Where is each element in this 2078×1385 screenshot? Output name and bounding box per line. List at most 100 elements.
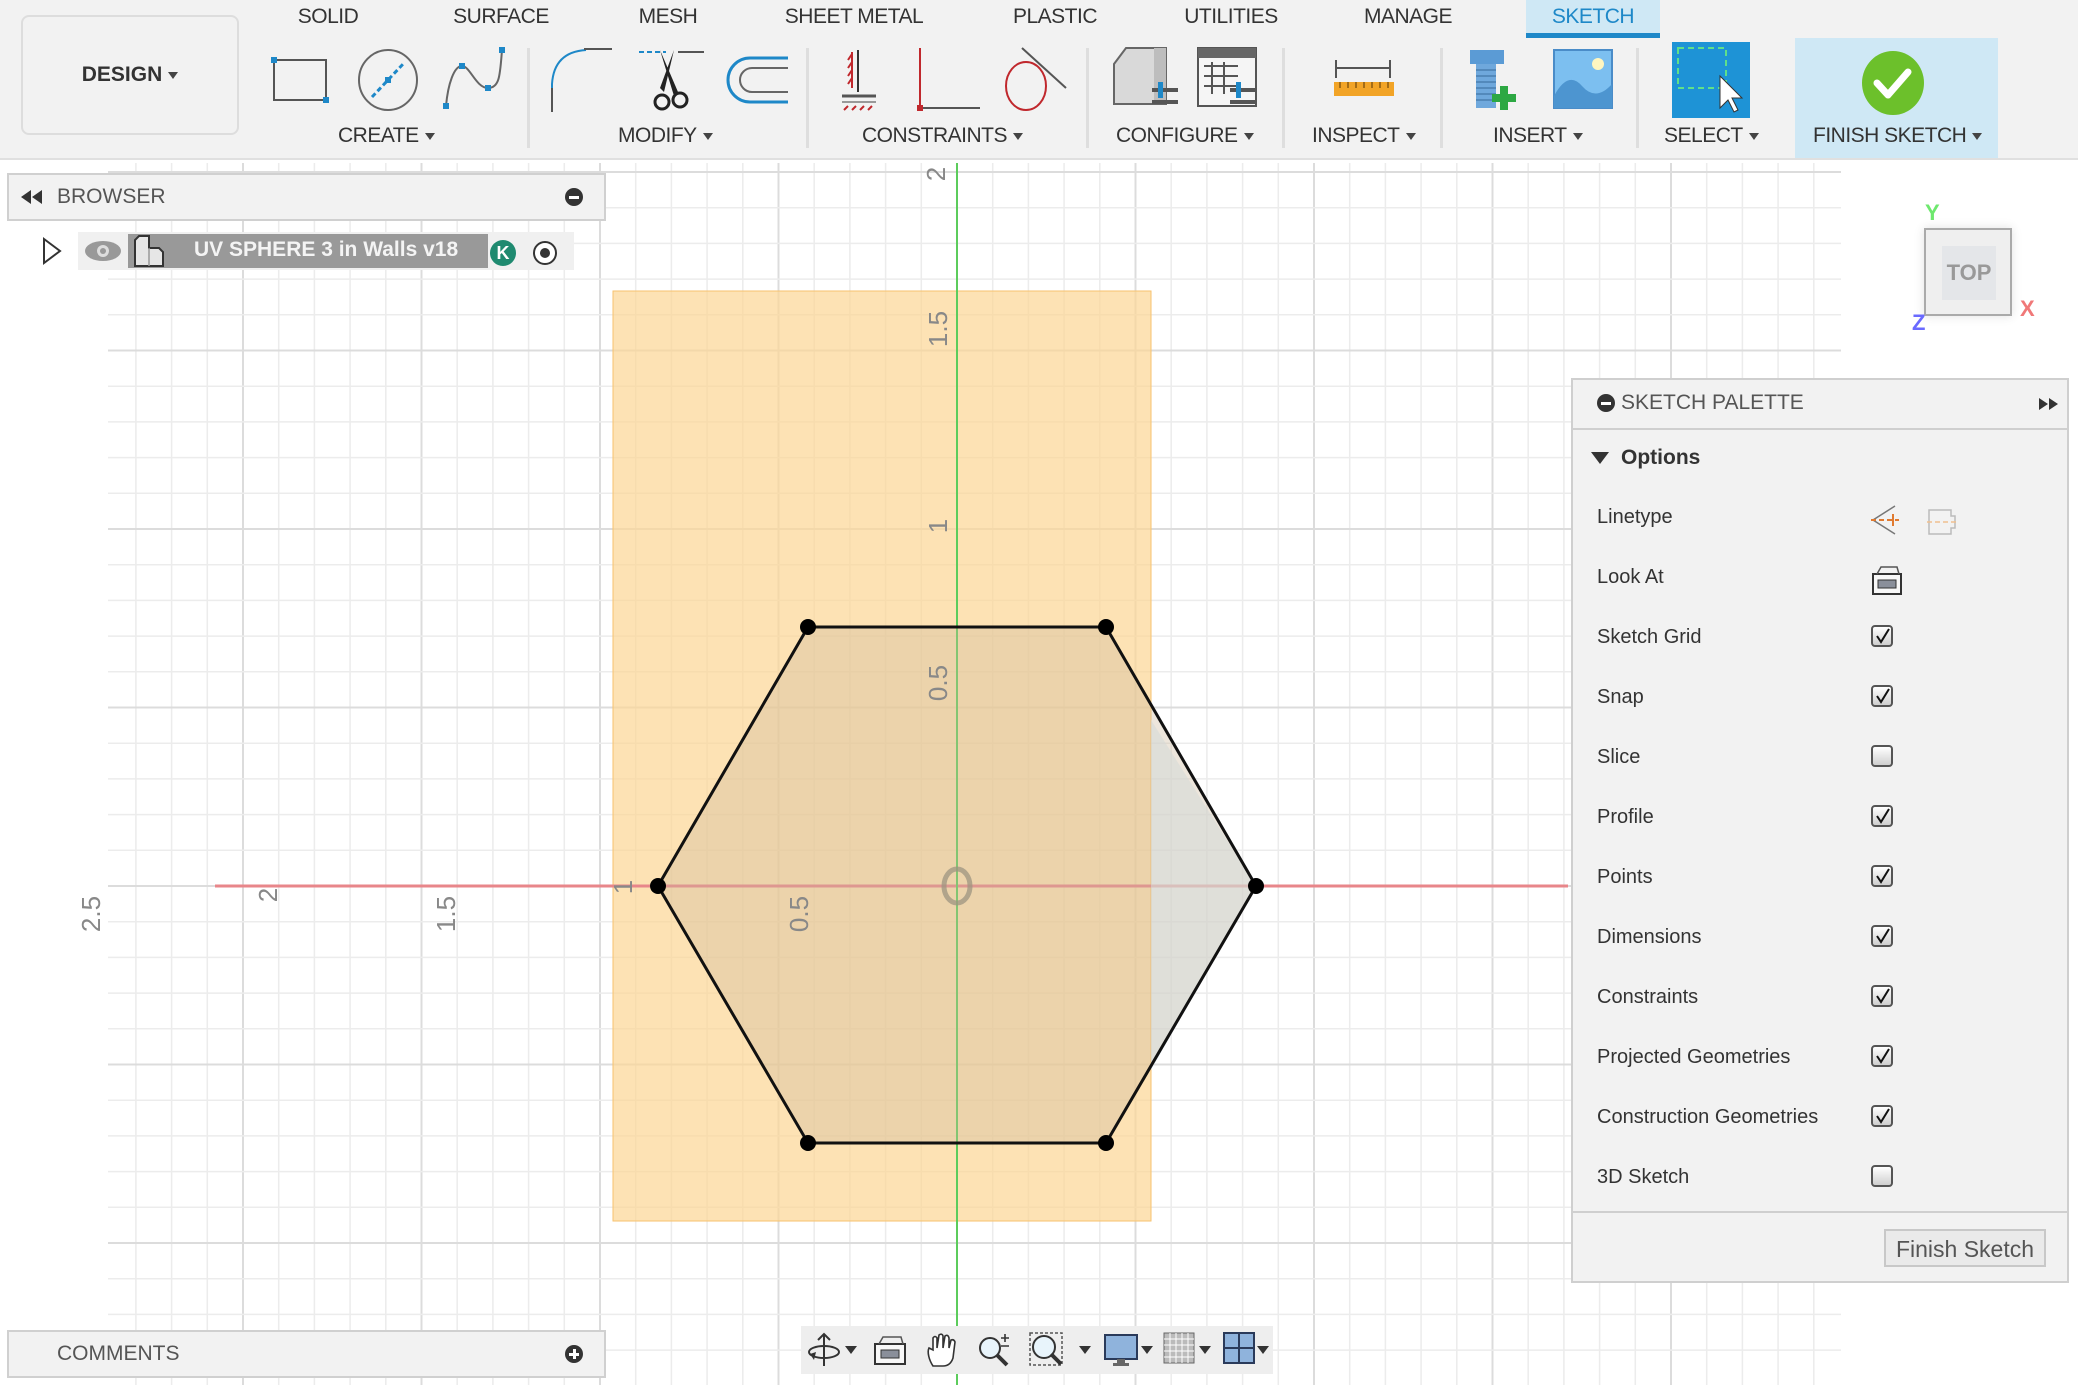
window-select-icon [1672, 42, 1750, 118]
view-cube-x-label: X [2020, 296, 2035, 321]
group-divider [527, 48, 530, 148]
view-cube-top-face[interactable]: TOP [1942, 246, 1996, 300]
comments-panel: COMMENTS [7, 1330, 606, 1378]
chevron-down-icon [1972, 132, 1983, 140]
constraints-checkbox[interactable] [1871, 985, 1893, 1007]
chevron-down-icon [1572, 132, 1583, 140]
inspect-label: INSPECT [1312, 124, 1400, 147]
modify-label: MODIFY [618, 124, 697, 147]
view-cube[interactable]: TOP [1924, 228, 2012, 316]
tab-surface[interactable]: SURFACE [445, 0, 557, 38]
dimensions-checkbox[interactable] [1871, 925, 1893, 947]
fillet-tool[interactable] [546, 44, 618, 116]
3d-sketch-checkbox[interactable] [1871, 1165, 1893, 1187]
pan-hand-icon[interactable] [925, 1332, 959, 1368]
modify-menu[interactable]: MODIFY [618, 124, 713, 148]
activate-radio-icon[interactable] [532, 240, 558, 266]
section-collapse-icon[interactable] [1591, 452, 1609, 464]
profile-checkbox[interactable] [1871, 805, 1893, 827]
insert-canvas-tool[interactable] [1548, 44, 1620, 116]
bolt-add-icon [1470, 50, 1516, 110]
construction-linetype-icon[interactable] [1869, 504, 1903, 536]
collapse-left-icon[interactable] [21, 190, 43, 204]
user-initial: K [496, 243, 510, 263]
insert-menu[interactable]: INSERT [1493, 124, 1583, 148]
zoom-icon[interactable] [977, 1332, 1013, 1368]
tab-solid[interactable]: SOLID [290, 0, 366, 38]
projected-geometries-label: Projected Geometries [1597, 1046, 1791, 1068]
view-cube-z-label: Z [1912, 310, 1926, 335]
spline-tool[interactable] [440, 44, 512, 116]
add-comment-icon[interactable] [565, 1345, 583, 1363]
fix-constraint-tool[interactable] [826, 44, 898, 116]
scissors-icon [639, 50, 704, 111]
select-menu[interactable]: SELECT [1664, 124, 1759, 148]
configure-table-tool[interactable] [1194, 44, 1266, 116]
expand-right-icon[interactable] [2039, 398, 2059, 410]
trim-tool[interactable] [634, 44, 706, 116]
create-menu[interactable]: CREATE [338, 124, 435, 148]
minimize-icon[interactable] [565, 188, 583, 206]
sketch-grid-checkbox[interactable] [1871, 625, 1893, 647]
construction-geometries-checkbox[interactable] [1871, 1105, 1893, 1127]
display-settings-icon[interactable] [1103, 1332, 1141, 1368]
y-axis-label-0.5: 0.5 [923, 665, 953, 701]
look-at-icon[interactable] [1871, 564, 1903, 596]
snap-checkbox[interactable] [1871, 685, 1893, 707]
group-divider [806, 48, 809, 148]
tab-sheet-metal[interactable]: SHEET METAL [780, 0, 928, 38]
checkmark-icon [1876, 988, 1890, 1004]
visibility-eye-icon[interactable] [84, 240, 122, 262]
zoom-dropdown-icon[interactable] [1079, 1346, 1091, 1354]
vertex-point [800, 1135, 816, 1151]
view-cube-y-label: Y [1925, 200, 1940, 225]
slice-label: Slice [1597, 746, 1641, 768]
select-tool[interactable] [1672, 40, 1750, 118]
constraints-menu[interactable]: CONSTRAINTS [862, 124, 1024, 148]
configure-menu[interactable]: CONFIGURE [1116, 124, 1254, 148]
checkmark-icon [1876, 628, 1890, 644]
finish-sketch-button[interactable]: FINISH SKETCH [1795, 38, 1998, 158]
tab-manage[interactable]: MANAGE [1358, 0, 1458, 38]
palette-minimize-icon[interactable] [1597, 394, 1615, 412]
expand-arrow-icon[interactable] [42, 237, 62, 265]
tab-mesh[interactable]: MESH [628, 0, 708, 38]
projected-geometries-checkbox[interactable] [1871, 1045, 1893, 1067]
tab-utilities[interactable]: UTILITIES [1180, 0, 1282, 38]
viewports-icon[interactable] [1223, 1332, 1257, 1366]
look-at-nav-icon[interactable] [873, 1334, 907, 1366]
vertex-point [800, 619, 816, 635]
orbit-icon[interactable] [806, 1332, 842, 1368]
zoom-window-icon[interactable] [1029, 1332, 1065, 1368]
component-icon [134, 235, 164, 267]
box-configure-icon [1113, 47, 1178, 105]
orbit-dropdown-icon[interactable] [845, 1346, 857, 1354]
tangent-constraint-tool[interactable] [998, 44, 1070, 116]
tangent-icon [1005, 47, 1067, 111]
perpendicular-constraint-tool[interactable] [912, 44, 984, 116]
display-dropdown-icon[interactable] [1141, 1346, 1153, 1354]
grid-snaps-icon[interactable] [1163, 1332, 1197, 1366]
tab-plastic[interactable]: PLASTIC [1005, 0, 1105, 38]
measure-tool[interactable] [1328, 44, 1400, 116]
dimensions-label: Dimensions [1597, 926, 1702, 948]
configure-tool[interactable] [1108, 44, 1180, 116]
options-section-title[interactable]: Options [1621, 446, 1700, 470]
grid-dropdown-icon[interactable] [1199, 1346, 1211, 1354]
circle-tool[interactable] [352, 44, 424, 116]
viewports-dropdown-icon[interactable] [1257, 1346, 1269, 1354]
constraints-label: Constraints [1597, 986, 1699, 1008]
offset-tool[interactable] [720, 44, 792, 116]
rectangle-tool[interactable] [266, 44, 338, 116]
inspect-menu[interactable]: INSPECT [1312, 124, 1416, 148]
points-checkbox[interactable] [1871, 865, 1893, 887]
tab-sketch[interactable]: SKETCH [1526, 0, 1660, 38]
workspace-dropdown[interactable]: DESIGN [21, 15, 239, 135]
select-label: SELECT [1664, 124, 1743, 147]
insert-mcmaster-tool[interactable] [1462, 44, 1534, 116]
offset-icon [726, 56, 788, 104]
profile-label: Profile [1597, 806, 1654, 828]
slice-checkbox[interactable] [1871, 745, 1893, 767]
finish-sketch-palette-button[interactable]: Finish Sketch [1884, 1229, 2046, 1267]
centerline-linetype-icon[interactable] [1927, 506, 1957, 536]
